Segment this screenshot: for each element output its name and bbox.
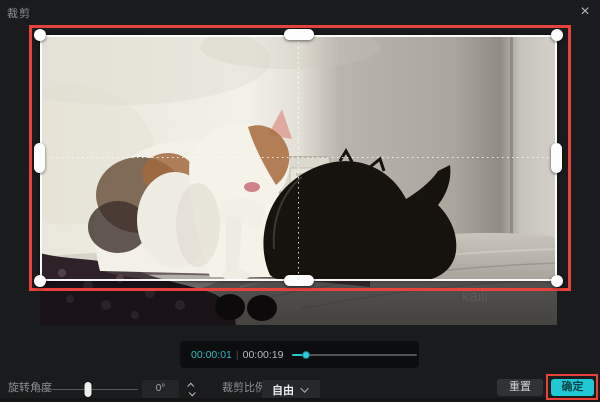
- bottom-edge-strip: [0, 398, 600, 402]
- timecode-current: 00:00:01: [191, 349, 232, 361]
- timecode-separator: |: [236, 349, 239, 361]
- crop-handle-bottom-left[interactable]: [34, 275, 46, 287]
- dialog-title: 裁剪: [7, 5, 31, 21]
- crop-region[interactable]: [40, 35, 557, 281]
- reset-button[interactable]: 重置: [497, 379, 543, 396]
- chevron-down-icon: [300, 384, 308, 392]
- ratio-value: 自由: [272, 382, 294, 398]
- crop-handle-right[interactable]: [551, 143, 562, 173]
- crop-guide-horizontal: [42, 157, 555, 158]
- bottom-toolbar: 旋转角度 0° 裁剪比例 自由 重置 确定: [0, 372, 600, 398]
- crop-handle-top[interactable]: [284, 29, 314, 40]
- crop-handle-bottom[interactable]: [284, 275, 314, 286]
- timeline-track[interactable]: [292, 354, 417, 356]
- crop-handle-top-right[interactable]: [551, 29, 563, 41]
- timeline-bar: 00:00:01 | 00:00:19: [180, 341, 419, 368]
- rotation-angle-input[interactable]: 0°: [142, 380, 179, 398]
- close-icon[interactable]: ×: [574, 1, 596, 23]
- ratio-label: 裁剪比例: [222, 379, 266, 395]
- crop-dialog: 裁剪 ×: [0, 0, 600, 402]
- confirm-button[interactable]: 确定: [551, 379, 594, 396]
- timeline-handle[interactable]: [302, 351, 310, 359]
- crop-handle-top-left[interactable]: [34, 29, 46, 41]
- rotation-slider[interactable]: [38, 372, 138, 398]
- crop-handle-bottom-right[interactable]: [551, 275, 563, 287]
- stepper-down-icon[interactable]: [188, 389, 195, 396]
- crop-handle-left[interactable]: [34, 143, 45, 173]
- crop-guide-vertical: [298, 37, 299, 279]
- stepper-up-icon[interactable]: [187, 382, 194, 389]
- rotation-handle[interactable]: [85, 382, 92, 397]
- timeline-slider[interactable]: [292, 341, 419, 368]
- ratio-dropdown[interactable]: 自由: [262, 380, 320, 399]
- crop-dim-area: [40, 281, 557, 325]
- rotation-stepper[interactable]: [184, 380, 198, 398]
- timecode-total: 00:00:19: [243, 349, 284, 361]
